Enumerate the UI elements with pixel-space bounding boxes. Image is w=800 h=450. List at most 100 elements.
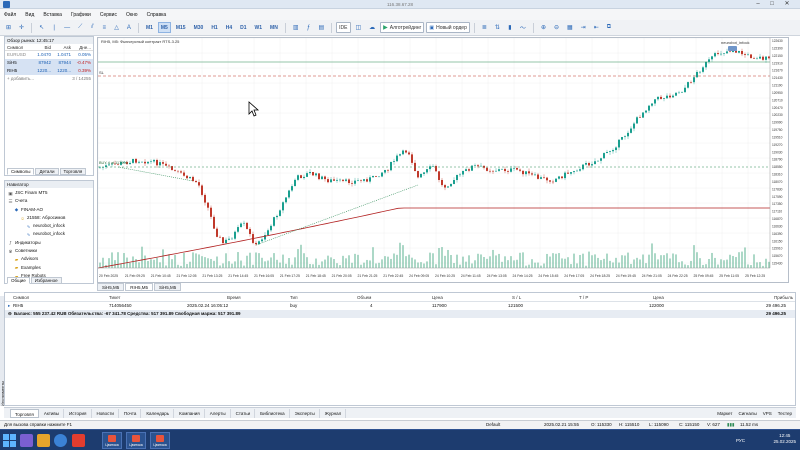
navigator-item[interactable]: ▰ Advisors: [5, 255, 93, 263]
autoscroll-icon[interactable]: ⇥: [578, 22, 589, 33]
algo-trading-button[interactable]: ▶ Алготрейдинг: [380, 22, 425, 33]
symbol-row-rih5[interactable]: RIH5 1220... 1220... 0.39%: [5, 67, 93, 75]
tf-m5[interactable]: M5: [157, 22, 171, 33]
add-symbol-row[interactable]: + добавить... 3 / 14255: [5, 75, 93, 83]
position-row[interactable]: ▸ RIH5 714056450 2025.02.24 16:05:12 buy…: [5, 302, 795, 310]
col-price[interactable]: Цена: [432, 293, 443, 302]
toolbox-tab[interactable]: Почта: [120, 408, 142, 418]
chart-shift-icon[interactable]: ⇤: [591, 22, 602, 33]
tab-favorites[interactable]: Избранное: [30, 277, 62, 284]
toolbox-tab[interactable]: История: [65, 408, 92, 418]
signals-icon[interactable]: ⇅: [492, 22, 503, 33]
ide-button[interactable]: IDE: [336, 22, 351, 33]
cursor-icon[interactable]: ↖: [36, 22, 47, 33]
line-chart-icon[interactable]: 〜: [517, 22, 529, 33]
col-time[interactable]: Время: [227, 293, 241, 302]
navigator-item[interactable]: ☺ 21558: Абросимов: [5, 214, 93, 222]
new-order-button[interactable]: ▣ Новый ордер: [426, 22, 470, 33]
taskbar-app-2[interactable]: Цвитока: [126, 432, 146, 449]
col-change[interactable]: Дне...: [71, 44, 93, 50]
horizontal-line-icon[interactable]: —: [61, 22, 73, 33]
zoom-in-icon[interactable]: ⊕: [538, 22, 549, 33]
chart-tab-3[interactable]: SiH5,M5: [154, 283, 182, 291]
menu-view[interactable]: Вид: [25, 12, 34, 18]
indicators-list-icon[interactable]: ƒ: [303, 22, 313, 33]
col-symbol[interactable]: Символ: [13, 293, 29, 302]
trendline-icon[interactable]: ⟋: [75, 22, 85, 33]
tf-mn[interactable]: MN: [267, 22, 281, 33]
toolbox-tab[interactable]: Календарь: [142, 408, 175, 418]
tf-d1[interactable]: D1: [237, 22, 249, 33]
tf-m15[interactable]: M15: [173, 22, 189, 33]
menu-window[interactable]: Окно: [126, 12, 138, 18]
new-chart-icon[interactable]: ⊞: [3, 22, 14, 33]
menu-charts[interactable]: Графики: [71, 12, 91, 18]
folder-icon[interactable]: [37, 434, 50, 447]
position-sl[interactable]: 121500: [508, 302, 523, 310]
col-profit[interactable]: Прибыль: [774, 293, 793, 302]
browser-icon[interactable]: [54, 434, 67, 447]
taskbar-app-3[interactable]: Цвитока: [150, 432, 170, 449]
col-sl[interactable]: S / L: [512, 293, 521, 302]
tf-m1[interactable]: M1: [143, 22, 156, 33]
tab-details[interactable]: Детали: [35, 168, 59, 175]
toolbox-tab[interactable]: Алерты: [206, 408, 231, 418]
crosshair-icon[interactable]: ✛: [16, 22, 27, 33]
chart-type-icon[interactable]: ▥: [290, 22, 302, 33]
close-icon[interactable]: ✕: [781, 1, 793, 8]
app-icon[interactable]: [72, 434, 85, 447]
col-volume[interactable]: Объем: [357, 293, 371, 302]
chart-tab-2[interactable]: RIH5,M5: [125, 283, 154, 291]
navigator-item[interactable]: ▣ JSC Finam MT5: [5, 189, 93, 197]
tf-h4[interactable]: H4: [223, 22, 235, 33]
minimize-icon[interactable]: –: [752, 1, 764, 8]
tile-windows-icon[interactable]: ▦: [564, 22, 576, 33]
zoom-out-icon[interactable]: ⊖: [551, 22, 562, 33]
taskbar-app-icon[interactable]: [20, 434, 33, 447]
navigator-item[interactable]: ◆ FINAM-AO: [5, 206, 93, 214]
menu-tools[interactable]: Сервис: [100, 12, 117, 18]
navigator-item[interactable]: ƒ Индикаторы: [5, 239, 93, 247]
menu-file[interactable]: Файл: [4, 12, 16, 18]
toolbox-tab[interactable]: Торговля: [10, 408, 39, 418]
channels-icon[interactable]: ⫽: [87, 22, 97, 33]
tf-h1[interactable]: H1: [208, 22, 220, 33]
symbol-row-eurusd[interactable]: EURUSD 1.0470 1.0471 0.05%: [5, 51, 93, 59]
col-type[interactable]: Тип: [290, 293, 298, 302]
col-symbol[interactable]: Символ: [5, 44, 31, 50]
clock[interactable]: 12:45 25.02.2025: [773, 433, 796, 445]
toolbox-tab[interactable]: Новости: [93, 408, 119, 418]
shapes-icon[interactable]: △: [111, 22, 122, 33]
screenshot-icon[interactable]: ⧉: [604, 22, 614, 33]
navigator-item[interactable]: ∿ neurobot_infock: [5, 230, 93, 238]
toolbox-tab[interactable]: Эксперты: [291, 408, 320, 418]
toolbox-link[interactable]: Сигналы: [738, 411, 756, 416]
status-profile[interactable]: Default: [486, 421, 500, 429]
database-icon[interactable]: ◫: [353, 22, 365, 33]
tf-m30[interactable]: M30: [191, 22, 207, 33]
toolbox-tab[interactable]: Журнал: [321, 408, 347, 418]
navigator-item[interactable]: ☰ Счета: [5, 197, 93, 205]
tab-common[interactable]: Общие: [7, 277, 30, 284]
template-icon[interactable]: ▤: [315, 22, 327, 33]
navigator-item[interactable]: ▰ Examples: [5, 264, 93, 272]
toolbox-link[interactable]: VPS: [763, 411, 772, 416]
depth-of-market-icon[interactable]: ≣: [479, 22, 490, 33]
toolbox-link[interactable]: Маркет: [717, 411, 732, 416]
menu-help[interactable]: Справка: [147, 12, 167, 18]
start-button-icon[interactable]: [3, 434, 16, 447]
toolbox-tab[interactable]: Компания: [175, 408, 205, 418]
add-symbol-link[interactable]: + добавить...: [5, 75, 55, 83]
navigator-item[interactable]: ♛ Советники: [5, 247, 93, 255]
symbol-row-sih5[interactable]: SiH5 87942 87944 -0.47%: [5, 59, 93, 67]
chart-tab-1[interactable]: SiH5,M5: [97, 283, 125, 291]
vertical-line-icon[interactable]: |: [49, 22, 59, 33]
col-ask[interactable]: Ask: [51, 44, 71, 50]
toolbox-tab[interactable]: Активы: [40, 408, 65, 418]
tab-symbols[interactable]: Символы: [7, 168, 35, 175]
navigator-item[interactable]: ∿ neurobot_infock: [5, 222, 93, 230]
tab-trading[interactable]: Торговля: [59, 168, 87, 175]
fibonacci-icon[interactable]: ≡: [99, 22, 109, 33]
taskbar-app-1[interactable]: Цвитока: [102, 432, 122, 449]
language-indicator[interactable]: РУС: [736, 438, 745, 443]
